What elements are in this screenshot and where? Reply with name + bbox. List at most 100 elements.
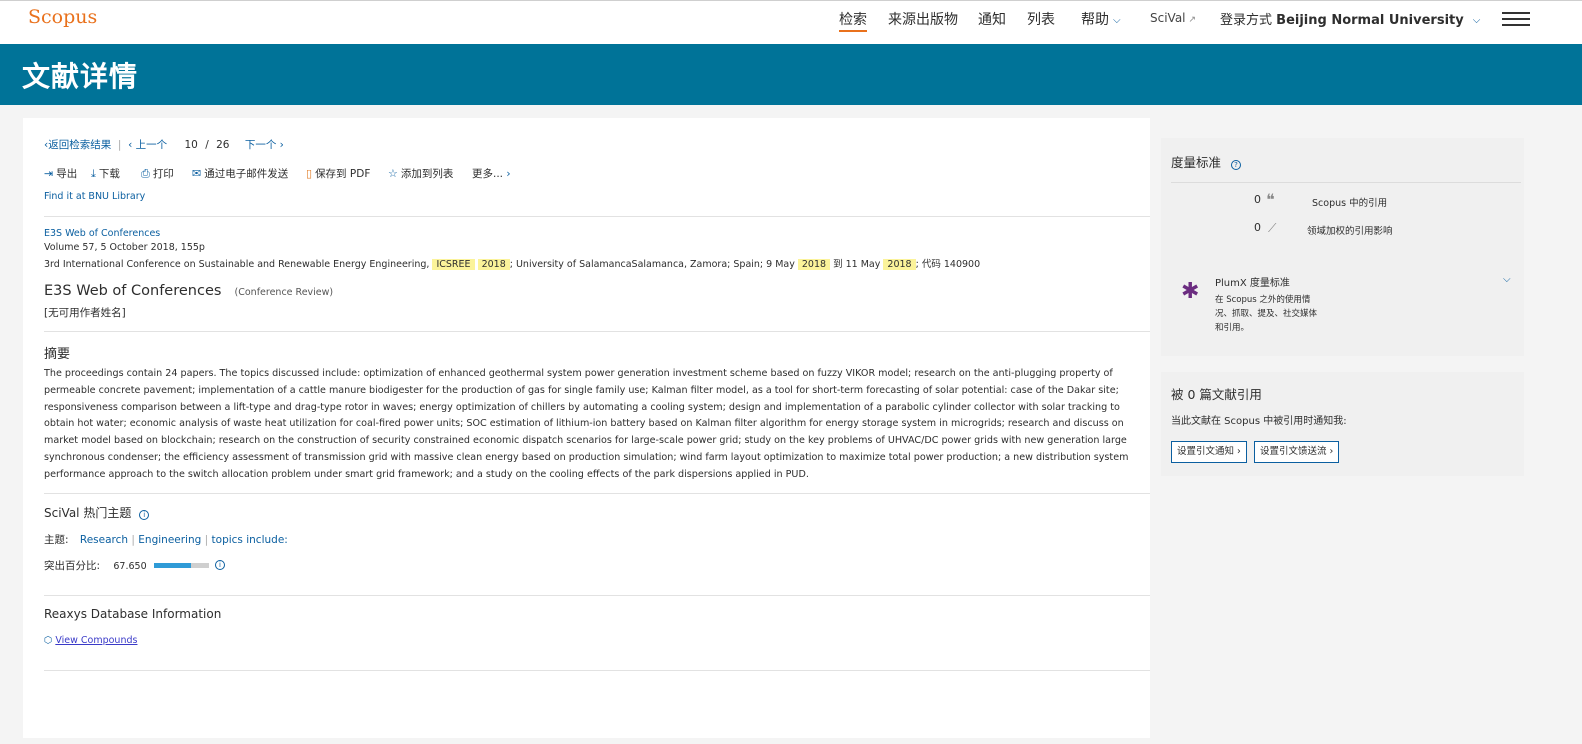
nav-alerts[interactable]: 通知 (978, 9, 1006, 29)
view-compounds-link[interactable]: ⬡ View Compounds (44, 635, 137, 646)
hamburger-menu-icon[interactable] (1502, 12, 1530, 26)
pager-slash: / (205, 139, 209, 151)
scopus-logo[interactable]: Scopus (28, 6, 97, 28)
set-citation-feed-button[interactable]: 设置引文馈送流 › (1254, 441, 1340, 463)
alert-button-label: 设置引文通知 (1177, 446, 1235, 457)
previous-link[interactable]: ‹ 上一个 (128, 139, 167, 151)
scival-topics-heading: SciVal 热门主题 i (44, 504, 150, 521)
institution-name: Beijing Normal University (1276, 13, 1464, 28)
topic-link-engineering[interactable]: Engineering (138, 534, 201, 546)
nav-login[interactable]: 登录方式 Beijing Normal University ⌵ (1220, 9, 1480, 28)
fwci-count: 0 (1254, 221, 1261, 234)
chevron-down-icon: ⌵ (1472, 15, 1481, 26)
source-volume: Volume 57, 5 October 2018, 155p (44, 242, 205, 253)
prominence-label: 突出百分比: (44, 560, 101, 572)
export-label: 导出 (56, 168, 78, 180)
prominence-row: 突出百分比: 67.650 (44, 558, 147, 573)
set-citation-alert-button[interactable]: 设置引文通知 › (1171, 441, 1247, 463)
document-type: (Conference Review) (234, 287, 334, 298)
conference-year: 2018 (477, 259, 510, 270)
metrics-heading: 度量标准 ? (1171, 152, 1241, 171)
conference-location: ; University of SalamancaSalamanca, Zamo… (509, 259, 795, 270)
document-title: E3S Web of Conferences (44, 283, 222, 299)
download-button[interactable]: ⤓ 下载 (91, 166, 120, 181)
plumx-title[interactable]: PlumX 度量标准 (1215, 274, 1290, 289)
back-label: 返回检索结果 (48, 139, 112, 151)
cited-by-heading: 被 0 篇文献引用 (1171, 387, 1262, 402)
save-pdf-label: 保存到 PDF (315, 168, 371, 180)
hexagon-icon: ⬡ (44, 635, 53, 646)
email-button[interactable]: ✉ 通过电子邮件发送 (192, 166, 288, 181)
document-title-row: E3S Web of Conferences (Conference Revie… (44, 280, 333, 299)
printer-icon: ⎙ (141, 167, 150, 180)
top-nav: Scopus 检索 来源出版物 通知 列表 帮助 ⌵ SciVal ↗ 登录方式 B… (0, 0, 1582, 44)
conference-acronym: ICSREE (432, 259, 475, 270)
divider (44, 595, 1150, 596)
divider (44, 670, 1150, 671)
metrics-panel: 度量标准 ? 0 ❝ Scopus 中的引用 0 ⟋ 领域加权的引用影响 ✱ P… (1161, 138, 1524, 356)
info-icon[interactable]: ? (1231, 160, 1241, 170)
nav-help[interactable]: 帮助 ⌵ (1081, 9, 1121, 29)
info-icon[interactable]: i (139, 510, 150, 520)
back-to-results-link[interactable]: ‹返回检索结果 (44, 139, 111, 151)
quote-icon: ❝ (1266, 190, 1275, 209)
source-journal-link[interactable]: E3S Web of Conferences (44, 228, 160, 239)
next-label: 下一个 (244, 139, 277, 151)
conference-name: 3rd International Conference on Sustaina… (44, 259, 430, 270)
citations-count: 0 (1254, 193, 1261, 206)
reaxys-heading: Reaxys Database Information (44, 607, 222, 621)
prev-label: 上一个 (135, 139, 168, 151)
divider (44, 493, 1150, 494)
nav-sources[interactable]: 来源出版物 (888, 9, 958, 29)
conference-year: 2018 (883, 259, 916, 270)
citations-label: Scopus 中的引用 (1312, 198, 1388, 209)
chevron-down-icon[interactable]: ⌵ (1503, 274, 1511, 285)
add-to-list-button[interactable]: ☆ 添加到列表 (388, 166, 453, 181)
download-icon: ⤓ (91, 167, 96, 180)
next-link[interactable]: 下一个 › (245, 139, 284, 151)
export-icon: ⇥ (44, 167, 54, 180)
scival-topics-title: SciVal 热门主题 (44, 506, 132, 520)
prominence-bar-fill (154, 563, 192, 568)
nav-scival[interactable]: SciVal ↗ (1150, 11, 1196, 25)
topic-link-more[interactable]: topics include: (212, 534, 288, 546)
plumx-desc-line2: 况、抓取、提及、社交媒体 (1215, 309, 1318, 319)
separator: | (204, 534, 212, 546)
divider (44, 331, 1150, 332)
fwci-label: 领域加权的引用影响 (1307, 226, 1393, 237)
save-pdf-button[interactable]: ▯ 保存到 PDF (306, 166, 370, 181)
divider (44, 216, 1150, 217)
topic-link-research[interactable]: Research (80, 534, 128, 546)
conference-info: 3rd International Conference on Sustaina… (44, 256, 980, 270)
find-it-library-link[interactable]: Find it at BNU Library (44, 191, 145, 202)
more-button[interactable]: 更多... › (472, 166, 511, 181)
prominence-value: 67.650 (113, 561, 147, 572)
cited-by-panel: 被 0 篇文献引用 当此文献在 Scopus 中被引用时通知我: 设置引文通知 … (1161, 372, 1524, 476)
chevron-right-icon: › (1237, 446, 1241, 457)
pager-total: 26 (216, 139, 230, 151)
more-label: 更多... (472, 168, 504, 180)
chevron-down-icon: ⌵ (1113, 15, 1121, 26)
page-banner: 文献详情 (0, 44, 1582, 105)
envelope-icon: ✉ (192, 167, 202, 180)
pager-current: 10 (184, 139, 198, 151)
conference-year: 2018 (797, 259, 831, 270)
add-list-label: 添加到列表 (400, 168, 454, 180)
nav-lists[interactable]: 列表 (1027, 9, 1055, 29)
external-link-icon: ↗ (1188, 15, 1197, 25)
authors: [无可用作者姓名] (44, 307, 126, 319)
print-label: 打印 (152, 168, 174, 180)
abstract-text: The proceedings contain 24 papers. The t… (44, 368, 1129, 480)
conference-to: 到 11 May (833, 259, 881, 270)
pdf-icon: ▯ (306, 167, 313, 180)
login-prefix: 登录方式 (1220, 13, 1273, 28)
info-icon[interactable]: i (215, 560, 225, 570)
chevron-right-icon: › (503, 168, 511, 180)
export-button[interactable]: ⇥ 导出 (44, 166, 77, 181)
nav-search[interactable]: 检索 (839, 9, 867, 32)
print-button[interactable]: ⎙ 打印 (141, 166, 174, 181)
cited-by-notify-text: 当此文献在 Scopus 中被引用时通知我: (1171, 416, 1347, 427)
email-label: 通过电子邮件发送 (204, 168, 289, 180)
abstract-heading: 摘要 (44, 347, 71, 362)
separator: | (114, 139, 125, 151)
